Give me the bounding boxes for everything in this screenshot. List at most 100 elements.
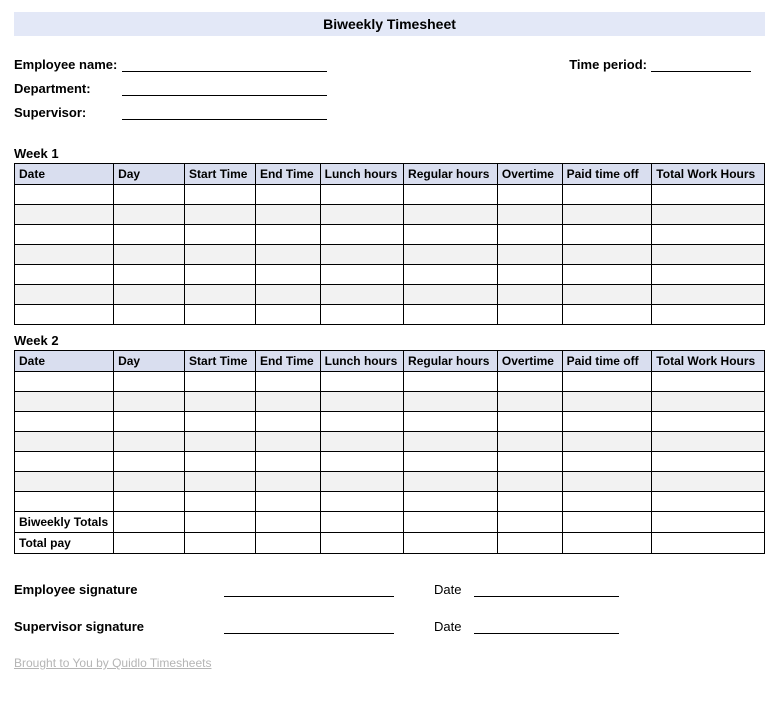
week2-cell-regular[interactable]: [404, 492, 498, 512]
week1-cell-date[interactable]: [15, 285, 114, 305]
week1-cell-regular[interactable]: [404, 285, 498, 305]
week1-cell-lunch[interactable]: [320, 245, 403, 265]
week2-cell-end[interactable]: [255, 432, 320, 452]
week2-cell-day[interactable]: [114, 412, 185, 432]
week1-cell-overtime[interactable]: [497, 225, 562, 245]
week1-cell-regular[interactable]: [404, 265, 498, 285]
week2-cell-end[interactable]: [255, 472, 320, 492]
week1-cell-date[interactable]: [15, 185, 114, 205]
week1-cell-total[interactable]: [652, 205, 765, 225]
week2-cell-start[interactable]: [185, 452, 256, 472]
week2-cell-start[interactable]: [185, 472, 256, 492]
week1-cell-start[interactable]: [185, 285, 256, 305]
week1-cell-end[interactable]: [255, 285, 320, 305]
week2-cell-date[interactable]: [15, 452, 114, 472]
week2-cell-pto[interactable]: [562, 472, 652, 492]
week2-cell-lunch[interactable]: [320, 492, 403, 512]
week1-cell-pto[interactable]: [562, 225, 652, 245]
week2-cell-total[interactable]: [652, 412, 765, 432]
week2-cell-regular[interactable]: [404, 392, 498, 412]
week2-cell-total[interactable]: [652, 432, 765, 452]
week2-cell-day[interactable]: [114, 392, 185, 412]
week1-cell-regular[interactable]: [404, 225, 498, 245]
week1-cell-total[interactable]: [652, 185, 765, 205]
week1-cell-day[interactable]: [114, 205, 185, 225]
biweekly-end[interactable]: [255, 512, 320, 533]
week2-cell-end[interactable]: [255, 452, 320, 472]
biweekly-lunch[interactable]: [320, 512, 403, 533]
week2-cell-overtime[interactable]: [497, 472, 562, 492]
week1-cell-day[interactable]: [114, 245, 185, 265]
week1-cell-day[interactable]: [114, 305, 185, 325]
week1-cell-lunch[interactable]: [320, 185, 403, 205]
week1-cell-date[interactable]: [15, 305, 114, 325]
totalpay-end[interactable]: [255, 533, 320, 554]
week2-cell-pto[interactable]: [562, 412, 652, 432]
week1-cell-end[interactable]: [255, 225, 320, 245]
week1-cell-end[interactable]: [255, 265, 320, 285]
week2-cell-lunch[interactable]: [320, 412, 403, 432]
totalpay-regular[interactable]: [404, 533, 498, 554]
week2-cell-regular[interactable]: [404, 412, 498, 432]
supervisor-signature-field[interactable]: [224, 620, 394, 634]
week1-cell-start[interactable]: [185, 245, 256, 265]
week1-cell-total[interactable]: [652, 285, 765, 305]
week2-cell-start[interactable]: [185, 492, 256, 512]
week1-cell-overtime[interactable]: [497, 285, 562, 305]
week2-cell-pto[interactable]: [562, 392, 652, 412]
week2-cell-date[interactable]: [15, 392, 114, 412]
week1-cell-pto[interactable]: [562, 305, 652, 325]
week2-cell-start[interactable]: [185, 392, 256, 412]
week1-cell-overtime[interactable]: [497, 185, 562, 205]
biweekly-day[interactable]: [114, 512, 185, 533]
week2-cell-total[interactable]: [652, 452, 765, 472]
week1-cell-end[interactable]: [255, 185, 320, 205]
week1-cell-day[interactable]: [114, 285, 185, 305]
week2-cell-day[interactable]: [114, 472, 185, 492]
week1-cell-lunch[interactable]: [320, 305, 403, 325]
week1-cell-start[interactable]: [185, 305, 256, 325]
week2-cell-total[interactable]: [652, 372, 765, 392]
week1-cell-overtime[interactable]: [497, 305, 562, 325]
week1-cell-regular[interactable]: [404, 185, 498, 205]
totalpay-lunch[interactable]: [320, 533, 403, 554]
week2-cell-overtime[interactable]: [497, 492, 562, 512]
totalpay-total[interactable]: [652, 533, 765, 554]
week2-cell-overtime[interactable]: [497, 432, 562, 452]
week2-cell-day[interactable]: [114, 432, 185, 452]
employee-name-field[interactable]: [122, 58, 327, 72]
totalpay-overtime[interactable]: [497, 533, 562, 554]
week1-cell-regular[interactable]: [404, 245, 498, 265]
week1-cell-pto[interactable]: [562, 265, 652, 285]
week1-cell-pto[interactable]: [562, 185, 652, 205]
week1-cell-end[interactable]: [255, 245, 320, 265]
week1-cell-date[interactable]: [15, 205, 114, 225]
week2-cell-date[interactable]: [15, 492, 114, 512]
totalpay-pto[interactable]: [562, 533, 652, 554]
week2-cell-date[interactable]: [15, 412, 114, 432]
week2-cell-pto[interactable]: [562, 432, 652, 452]
week1-cell-end[interactable]: [255, 205, 320, 225]
week1-cell-date[interactable]: [15, 245, 114, 265]
week1-cell-overtime[interactable]: [497, 265, 562, 285]
time-period-field[interactable]: [651, 58, 751, 72]
week2-cell-date[interactable]: [15, 372, 114, 392]
week2-cell-overtime[interactable]: [497, 452, 562, 472]
biweekly-regular[interactable]: [404, 512, 498, 533]
week2-cell-pto[interactable]: [562, 452, 652, 472]
biweekly-overtime[interactable]: [497, 512, 562, 533]
week2-cell-total[interactable]: [652, 492, 765, 512]
week2-cell-overtime[interactable]: [497, 372, 562, 392]
week1-cell-start[interactable]: [185, 185, 256, 205]
week2-cell-overtime[interactable]: [497, 392, 562, 412]
week2-cell-date[interactable]: [15, 472, 114, 492]
totalpay-day[interactable]: [114, 533, 185, 554]
week2-cell-end[interactable]: [255, 372, 320, 392]
week1-cell-day[interactable]: [114, 265, 185, 285]
week1-cell-overtime[interactable]: [497, 245, 562, 265]
week2-cell-start[interactable]: [185, 372, 256, 392]
week1-cell-lunch[interactable]: [320, 225, 403, 245]
biweekly-total[interactable]: [652, 512, 765, 533]
week1-cell-total[interactable]: [652, 225, 765, 245]
week2-cell-day[interactable]: [114, 372, 185, 392]
